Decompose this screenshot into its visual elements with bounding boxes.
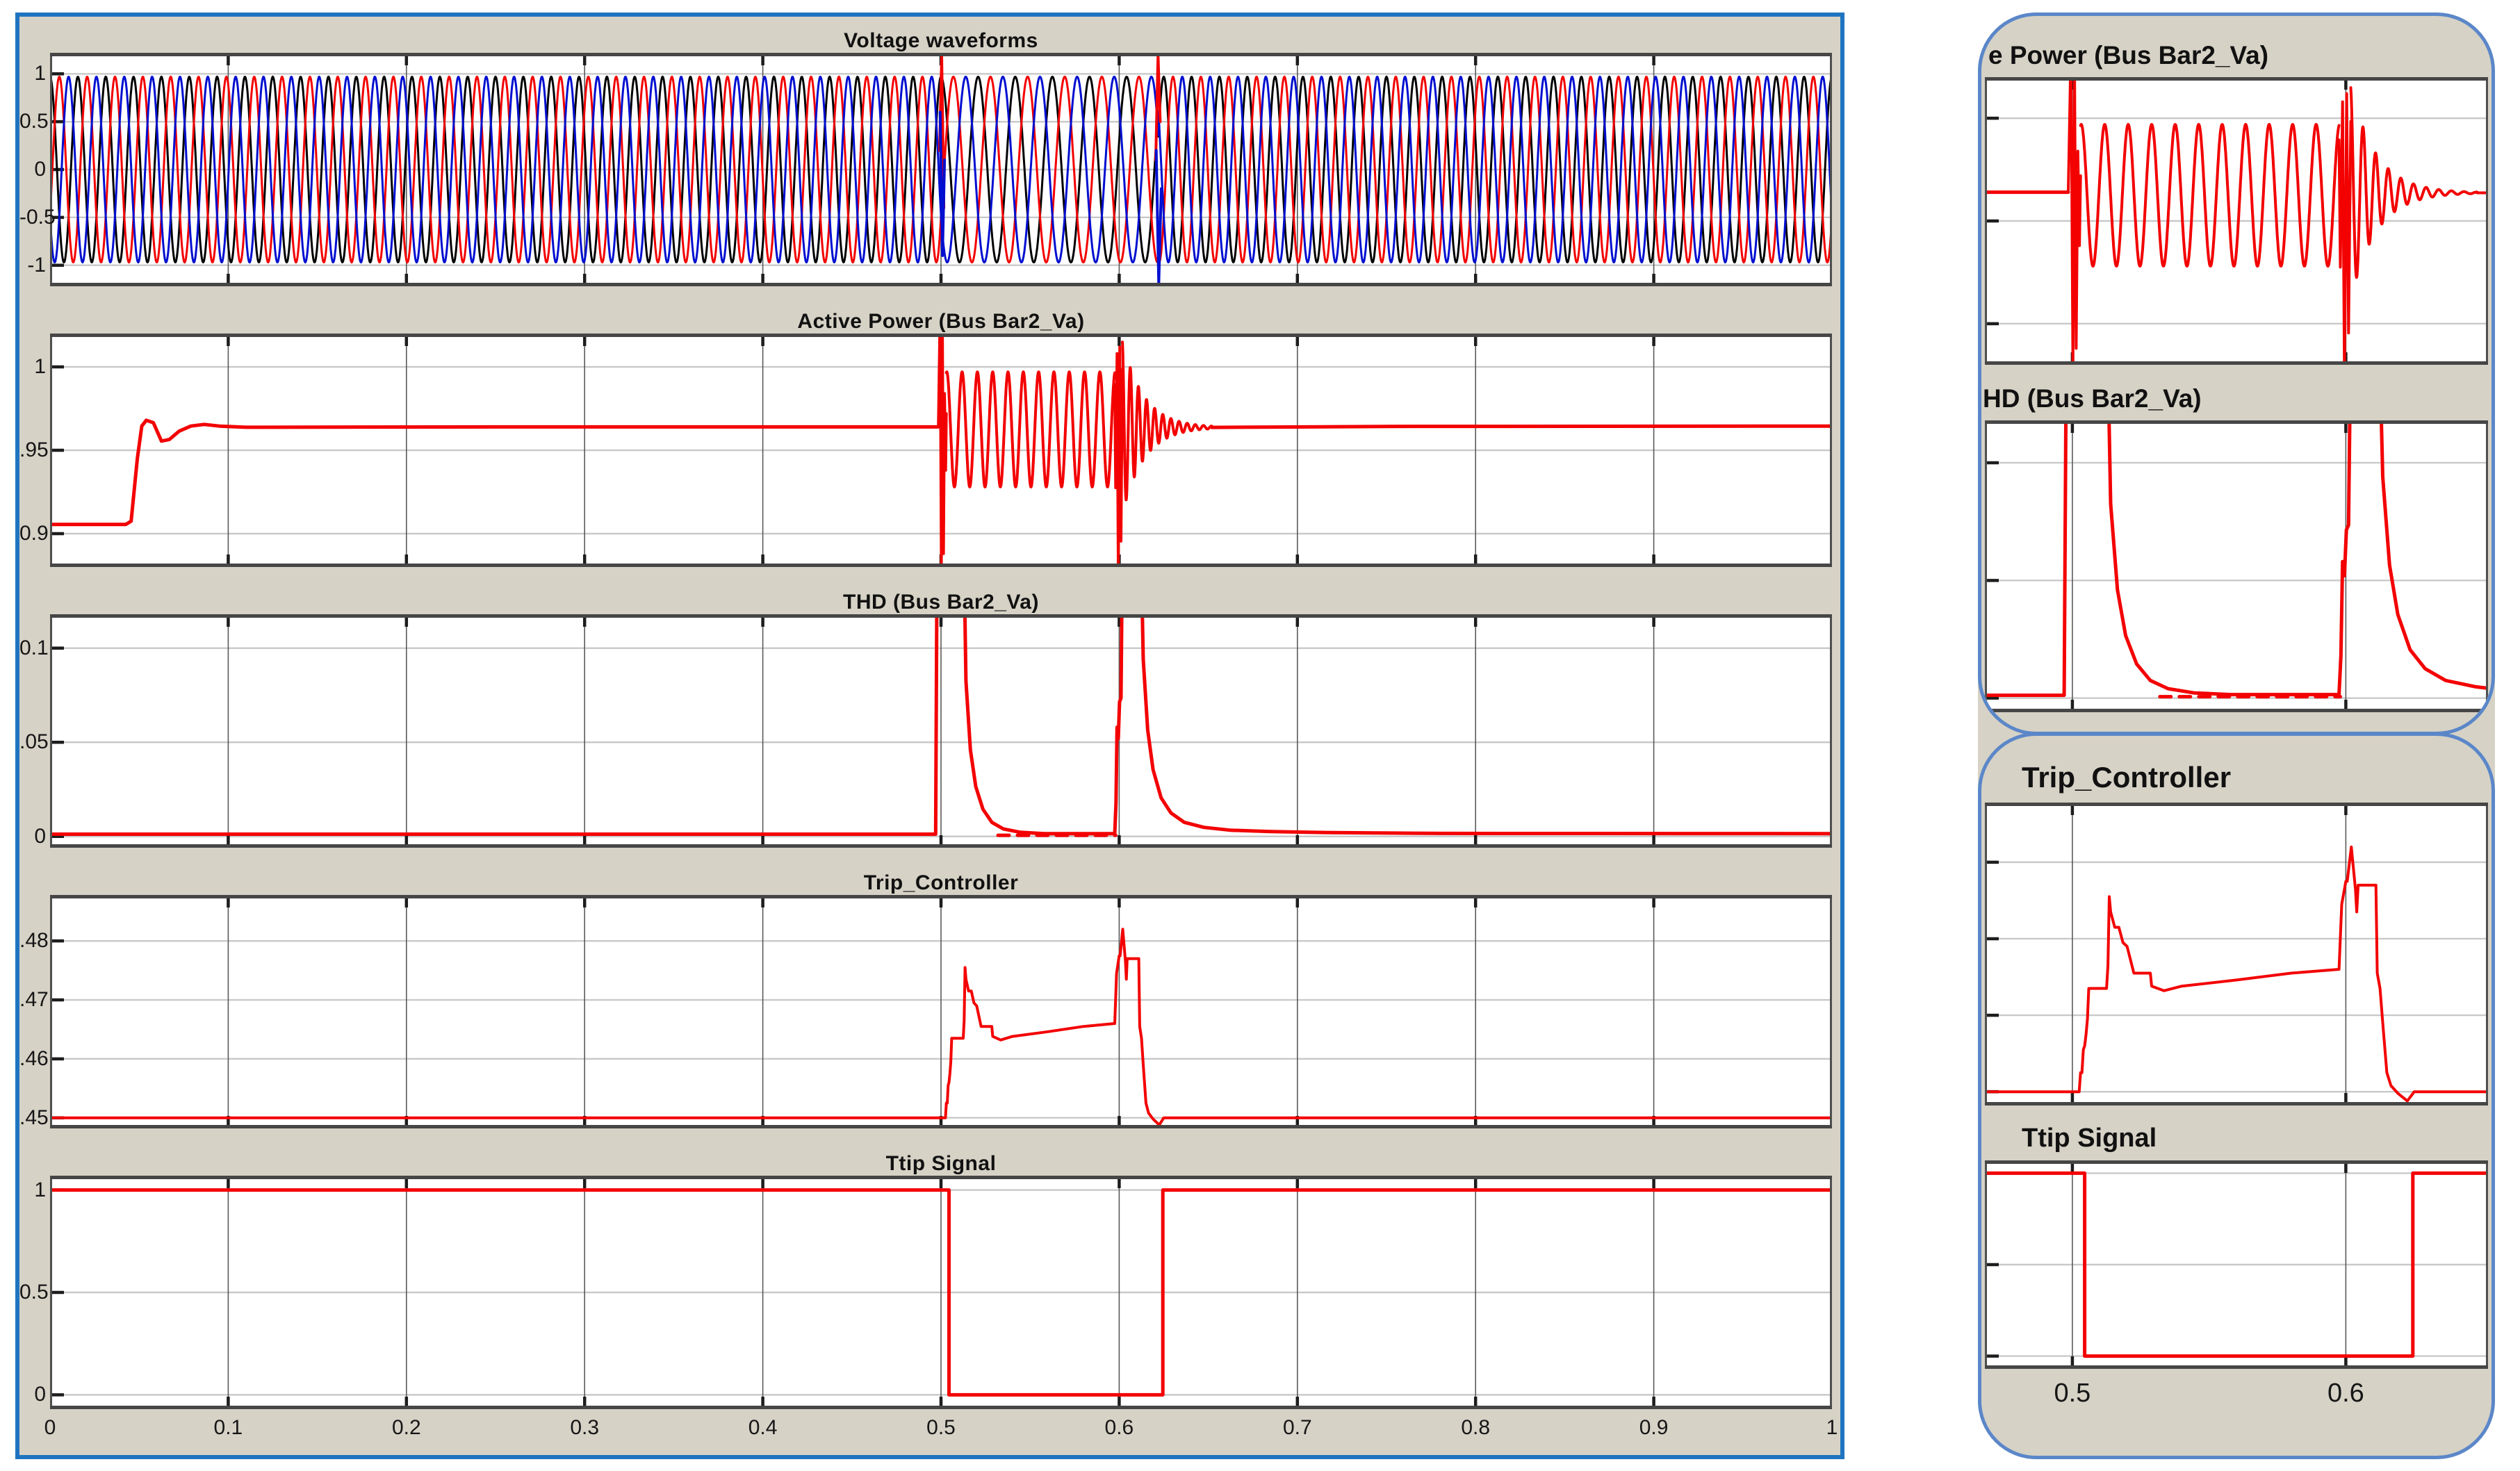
- y-tick-label: 0: [19, 156, 46, 183]
- y-tick-label: -0.5: [19, 204, 46, 231]
- zoom-title-active-power: e Power (Bus Bar2_Va): [1981, 16, 2492, 77]
- y-tick-label: 1: [19, 60, 46, 87]
- y-tick-label: .95: [19, 437, 46, 463]
- y-tick-label: .05: [19, 729, 46, 755]
- plot-title-active-power: Active Power (Bus Bar2_Va): [50, 303, 1832, 334]
- plot-thd: 0.1 .05 0: [19, 614, 1832, 848]
- x-tick-label: 0.6: [1105, 1416, 1134, 1440]
- zoom-panel-top: e Power (Bus Bar2_Va) HD (Bus Bar2_Va): [1978, 13, 2495, 735]
- zoom-plot-active-power: [1985, 77, 2488, 365]
- y-tick-label: -1: [19, 252, 46, 279]
- y-tick-label: 0.9: [19, 520, 46, 547]
- x-axis-left: 00.10.20.30.40.50.60.70.80.91: [19, 1409, 1832, 1451]
- zoom-title-ttip-signal: Ttip Signal: [1981, 1106, 2492, 1160]
- y-tick-label: 0: [19, 1381, 46, 1408]
- plot-title-thd: THD (Bus Bar2_Va): [50, 584, 1832, 614]
- section-voltage-waveforms: Voltage waveforms 1 0.5 0 -0.5 -1: [19, 22, 1840, 286]
- y-tick-label: .45: [19, 1105, 46, 1128]
- plot-active-power: 1 .95 0.9: [19, 334, 1832, 567]
- y-tick-label: .47: [19, 987, 46, 1013]
- x-tick-label: 0.1: [214, 1416, 243, 1440]
- y-tick-label: 1: [19, 1177, 46, 1203]
- scope-panel: Voltage waveforms 10.50-0.5-1 Active Pow…: [15, 13, 1844, 1459]
- zoom-plot-ttip-signal: [1985, 1160, 2488, 1369]
- plot-ttip-signal: 10.50: [19, 1176, 1832, 1409]
- zoom-title-thd: HD (Bus Bar2_Va): [1981, 365, 2492, 420]
- x-tick-label: 0.9: [1639, 1416, 1669, 1440]
- plot-title-voltage-waveforms: Voltage waveforms: [50, 22, 1832, 53]
- zoom-callout-panel: e Power (Bus Bar2_Va) HD (Bus Bar2_Va) T…: [1978, 13, 2495, 1459]
- x-tick-label: 0.3: [570, 1416, 599, 1440]
- y-tick-label: 0.5: [19, 1279, 46, 1306]
- x-tick-label: 0.5: [2054, 1379, 2091, 1408]
- zoom-plot-thd: [1985, 420, 2488, 712]
- plot-title-trip-controller: Trip_Controller: [50, 864, 1832, 895]
- y-tick-label: 1: [19, 354, 46, 380]
- y-tick-label: .46: [19, 1046, 46, 1072]
- zoom-panel-bottom: Trip_Controller Ttip Signal 0.5 0.6: [1978, 732, 2495, 1459]
- x-axis-right: 0.5 0.6: [1985, 1369, 2488, 1424]
- plot-trip-controller: .48 .47 .46 .45: [19, 895, 1832, 1128]
- x-tick-label: 0.7: [1283, 1416, 1312, 1440]
- x-tick-label: 0.4: [748, 1416, 778, 1440]
- zoom-plot-trip-controller: [1985, 803, 2488, 1106]
- screenshot-root: Voltage waveforms 10.50-0.5-1 Active Pow…: [0, 0, 2520, 1471]
- plot-title-ttip-signal: Ttip Signal: [50, 1145, 1832, 1176]
- section-trip-controller: Trip_Controller .48 .47 .46 .45: [19, 864, 1840, 1128]
- x-tick-label: 0.6: [2327, 1379, 2364, 1408]
- x-tick-label: 0.2: [392, 1416, 421, 1440]
- series-power-steady: [1212, 426, 1832, 427]
- section-thd: THD (Bus Bar2_Va) 0.1 .05 0: [19, 584, 1840, 848]
- y-tick-label: 0.1: [19, 635, 46, 661]
- x-tick-label: 0.5: [926, 1416, 956, 1440]
- x-tick-label: 1: [1826, 1416, 1838, 1440]
- y-tick-label: 0: [19, 823, 46, 848]
- zoom-title-trip-controller: Trip_Controller: [1981, 736, 2492, 803]
- section-ttip-signal: Ttip Signal 10.50: [19, 1145, 1840, 1409]
- section-active-power: Active Power (Bus Bar2_Va) 1 .95 0.9: [19, 303, 1840, 567]
- x-tick-label: 0: [44, 1416, 56, 1440]
- y-tick-label: 0.5: [19, 108, 46, 135]
- x-tick-label: 0.8: [1461, 1416, 1490, 1440]
- plot-voltage-waveforms: 1 0.5 0 -0.5 -1: [19, 53, 1832, 286]
- y-tick-label: .48: [19, 928, 46, 954]
